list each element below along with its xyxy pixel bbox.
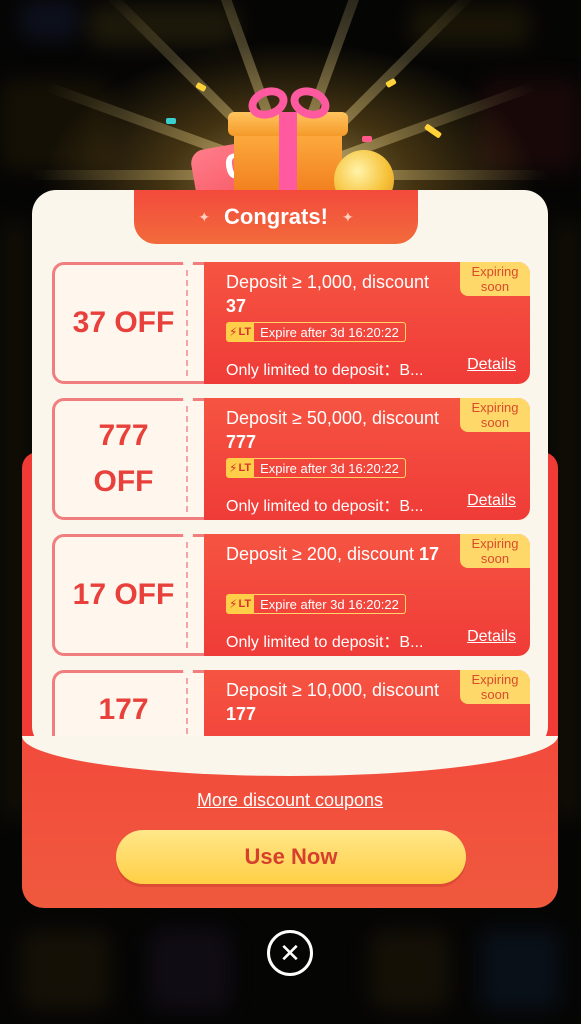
sparkle-icon: ✦ (341, 208, 354, 225)
expiring-badge: Expiring soon (460, 398, 530, 432)
sparkle-icon: ✦ (198, 208, 211, 225)
expiring-badge: Expiring soon (460, 670, 530, 704)
lightning-icon: ⚡ (229, 461, 238, 475)
more-coupons-link[interactable]: More discount coupons (22, 790, 558, 811)
coupon-stub: 777 OFF (52, 398, 192, 520)
use-now-button[interactable]: Use Now (116, 830, 466, 884)
coupon-body: Deposit ≥ 200, discount 17 Expiring soon … (204, 534, 530, 656)
coupon-stub: 37 OFF (52, 262, 192, 384)
coupon-off-label: 37 OFF (72, 306, 175, 339)
coupon-card[interactable]: 37 OFF Deposit ≥ 1,000, discount 37 Expi… (52, 262, 530, 384)
coupon-off-label: 177 (98, 693, 149, 726)
modal-header: ✦ Congrats! ✦ (134, 190, 418, 244)
confetti (362, 136, 372, 142)
coupon-card[interactable]: 777 OFF Deposit ≥ 50,000, discount 777 E… (52, 394, 530, 520)
coupon-condition: Deposit ≥ 50,000, discount 777 (226, 408, 440, 452)
expiry-timer: ⚡ LT Expire after 3d 16:20:22 (226, 594, 406, 614)
coupon-card[interactable]: 177 Deposit ≥ 10,000, discount 177 Expir… (52, 666, 530, 736)
coupon-off-label: 17 OFF (72, 578, 175, 611)
details-link[interactable]: Details (467, 628, 516, 646)
expiry-timer: ⚡ LT Expire after 3d 16:20:22 (226, 322, 406, 342)
coupon-condition: Deposit ≥ 1,000, discount 37 (226, 272, 430, 316)
expiry-timer: ⚡ LT Expire after 3d 16:20:22 (226, 458, 406, 478)
lightning-icon: ⚡ (229, 325, 238, 339)
expiring-badge: Expiring soon (460, 262, 530, 296)
coupon-restriction: Only limited to deposit：B... (226, 634, 424, 651)
coupon-stub: 17 OFF (52, 534, 192, 656)
expiring-badge: Expiring soon (460, 534, 530, 568)
coupon-condition: Deposit ≥ 200, discount 17 (226, 544, 440, 564)
confetti (166, 118, 176, 124)
coupon-stub: 177 (52, 670, 192, 736)
coupon-off-label: 777 OFF (93, 419, 154, 498)
coupon-card[interactable]: 17 OFF Deposit ≥ 200, discount 17 Expiri… (52, 530, 530, 656)
coupon-body: Deposit ≥ 10,000, discount 177 Expiring s… (204, 670, 530, 736)
coupon-body: Deposit ≥ 1,000, discount 37 Expiring soo… (204, 262, 530, 384)
coupon-restriction: Only limited to deposit：B... (226, 362, 424, 379)
expire-text: Expire after 3d 16:20:22 (254, 594, 406, 614)
coupon-condition: Deposit ≥ 10,000, discount 177 (226, 680, 440, 724)
expire-text: Expire after 3d 16:20:22 (254, 322, 406, 342)
expire-text: Expire after 3d 16:20:22 (254, 458, 406, 478)
modal-title: Congrats! (224, 204, 328, 229)
details-link[interactable]: Details (467, 492, 516, 510)
coupon-amount: 177 (226, 704, 257, 724)
coupon-restriction: Only limited to deposit：B... (226, 498, 424, 515)
coupon-amount: 17 (419, 544, 440, 564)
coupon-list[interactable]: 37 OFF Deposit ≥ 1,000, discount 37 Expi… (52, 262, 530, 736)
lightning-icon: ⚡ (229, 597, 238, 611)
coupon-amount: 37 (226, 296, 247, 316)
modal-footer: More discount coupons Use Now (22, 736, 558, 908)
close-icon[interactable]: ✕ (267, 930, 313, 976)
coupon-amount: 777 (226, 432, 257, 452)
coupon-body: Deposit ≥ 50,000, discount 777 Expiring s… (204, 398, 530, 520)
details-link[interactable]: Details (467, 356, 516, 374)
